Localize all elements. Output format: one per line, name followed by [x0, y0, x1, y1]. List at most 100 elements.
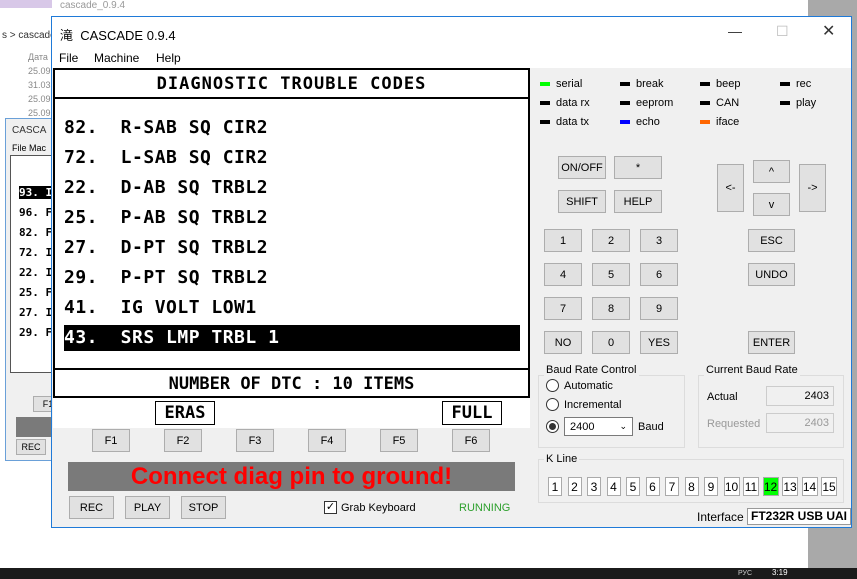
key-2[interactable]: 2: [592, 229, 630, 252]
maximize-icon[interactable]: ☐: [776, 23, 789, 40]
radio-icon[interactable]: [546, 379, 559, 392]
menu-machine[interactable]: Machine: [94, 51, 139, 65]
yes-button[interactable]: YES: [640, 331, 678, 354]
stop-button[interactable]: STOP: [181, 496, 226, 519]
kline-7[interactable]: 7: [665, 477, 679, 496]
kline-9[interactable]: 9: [704, 477, 718, 496]
star-button[interactable]: *: [614, 156, 662, 179]
key-9[interactable]: 9: [640, 297, 678, 320]
grab-keyboard-checkbox[interactable]: ✓ Grab Keyboard: [324, 501, 416, 514]
indicator-led-icon: [700, 120, 710, 124]
baud-unit-label: Baud: [638, 420, 664, 433]
key-7[interactable]: 7: [544, 297, 582, 320]
line: 93. I: [19, 186, 53, 199]
kline-2[interactable]: 2: [567, 477, 582, 496]
indicator-label: iface: [716, 116, 740, 128]
interface-label: Interface: [697, 510, 744, 524]
help-button[interactable]: HELP: [614, 190, 662, 213]
line: 72. I: [19, 246, 53, 259]
key-4[interactable]: 4: [544, 263, 582, 286]
close-icon[interactable]: ✕: [822, 21, 835, 41]
kline-15[interactable]: 15: [821, 477, 837, 496]
incremental-radio[interactable]: Incremental: [546, 398, 621, 411]
key-6[interactable]: 6: [640, 263, 678, 286]
radio-icon[interactable]: [546, 398, 559, 411]
dtc-row: 29. P-PT SQ TRBL2: [64, 267, 269, 288]
kline-8[interactable]: 8: [684, 477, 699, 496]
key-1[interactable]: 1: [544, 229, 582, 252]
no-button[interactable]: NO: [544, 331, 582, 354]
chevron-down-icon: ⌄: [619, 421, 627, 431]
taskbar: [0, 568, 857, 579]
date: 25.09.: [28, 94, 54, 104]
f4-button[interactable]: F4: [308, 429, 346, 452]
line: 29. F: [19, 326, 53, 339]
f6-button[interactable]: F6: [452, 429, 490, 452]
rec-button[interactable]: REC: [69, 496, 114, 519]
indicator-beep: beep: [700, 78, 740, 90]
menu-file[interactable]: File: [59, 51, 78, 65]
interface-field: FT232R USB UAI: [747, 508, 851, 525]
automatic-radio[interactable]: Automatic: [546, 379, 613, 392]
left-arrow-button[interactable]: <-: [717, 164, 744, 212]
dtc-row: 41. IG VOLT LOW1: [64, 297, 257, 318]
right-arrow-button[interactable]: ->: [799, 164, 826, 212]
kline-11[interactable]: 11: [743, 477, 759, 496]
radio-selected-icon[interactable]: [546, 420, 559, 433]
f3-button[interactable]: F3: [236, 429, 274, 452]
taskbar-clock: 3:19: [772, 568, 788, 577]
indicator-label: beep: [716, 78, 741, 90]
menu-help[interactable]: Help: [156, 51, 181, 65]
window-title-text: CASCADE 0.9.4: [80, 28, 176, 43]
kline-3[interactable]: 3: [587, 477, 601, 496]
checkbox-checked-icon[interactable]: ✓: [324, 501, 337, 514]
indicator-led-icon: [700, 101, 710, 105]
onoff-button[interactable]: ON/OFF: [558, 156, 606, 179]
indicator-led-icon: [540, 120, 550, 124]
explorer-dates: Дата 25.09. 31.03. 25.09. 25.09.: [28, 50, 53, 120]
indicator-iface: iface: [700, 116, 739, 128]
indicator-label: rec: [796, 78, 812, 90]
kline-10[interactable]: 10: [723, 477, 740, 496]
kline-1[interactable]: 1: [548, 477, 562, 496]
language-indicator[interactable]: РУС: [738, 570, 752, 577]
kline-6[interactable]: 6: [645, 477, 660, 496]
enter-button[interactable]: ENTER: [748, 331, 795, 354]
indicator-break: break: [620, 78, 664, 90]
baud-select[interactable]: 2400 ⌄: [564, 417, 633, 436]
line: 27. I: [19, 306, 53, 319]
second-rec-button[interactable]: REC: [16, 439, 46, 455]
esc-button[interactable]: ESC: [748, 229, 795, 252]
kline-5[interactable]: 5: [626, 477, 640, 496]
key-8[interactable]: 8: [592, 297, 630, 320]
diagnostic-screen: DIAGNOSTIC TROUBLE CODES 82. R-SAB SQ CI…: [53, 68, 530, 398]
kline-4[interactable]: 4: [606, 477, 621, 496]
dtc-row: 25. P-AB SQ TRBL2: [64, 207, 269, 228]
undo-button[interactable]: UNDO: [748, 263, 795, 286]
kline-14[interactable]: 14: [801, 477, 818, 496]
manual-baud-radio[interactable]: 2400 ⌄ Baud: [546, 417, 664, 436]
down-arrow-button[interactable]: v: [753, 193, 790, 216]
f1-button[interactable]: F1: [92, 429, 130, 452]
play-button[interactable]: PLAY: [125, 496, 170, 519]
f5-button[interactable]: F5: [380, 429, 418, 452]
key-5[interactable]: 5: [592, 263, 630, 286]
line: 22. I: [19, 266, 53, 279]
explorer-title: cascade_0.9.4: [60, 0, 126, 11]
minimize-icon[interactable]: —: [728, 23, 742, 39]
f2-button[interactable]: F2: [164, 429, 202, 452]
shift-button[interactable]: SHIFT: [558, 190, 606, 213]
up-arrow-button[interactable]: ^: [753, 160, 790, 183]
indicator-label: CAN: [716, 97, 740, 109]
kline-12[interactable]: 12: [762, 477, 779, 496]
key-0[interactable]: 0: [592, 331, 630, 354]
dtc-row: 82. R-SAB SQ CIR2: [64, 117, 269, 138]
screen-header: DIAGNOSTIC TROUBLE CODES: [55, 70, 528, 99]
indicator-led-icon: [780, 82, 790, 86]
running-status: RUNNING: [459, 502, 511, 514]
kline-13[interactable]: 13: [782, 477, 798, 496]
title-bar: 滝 CASCADE 0.9.4 — ☐ ✕: [52, 17, 851, 47]
indicator-label: break: [636, 78, 664, 90]
key-3[interactable]: 3: [640, 229, 678, 252]
actual-baud-field: 2403: [766, 386, 834, 406]
